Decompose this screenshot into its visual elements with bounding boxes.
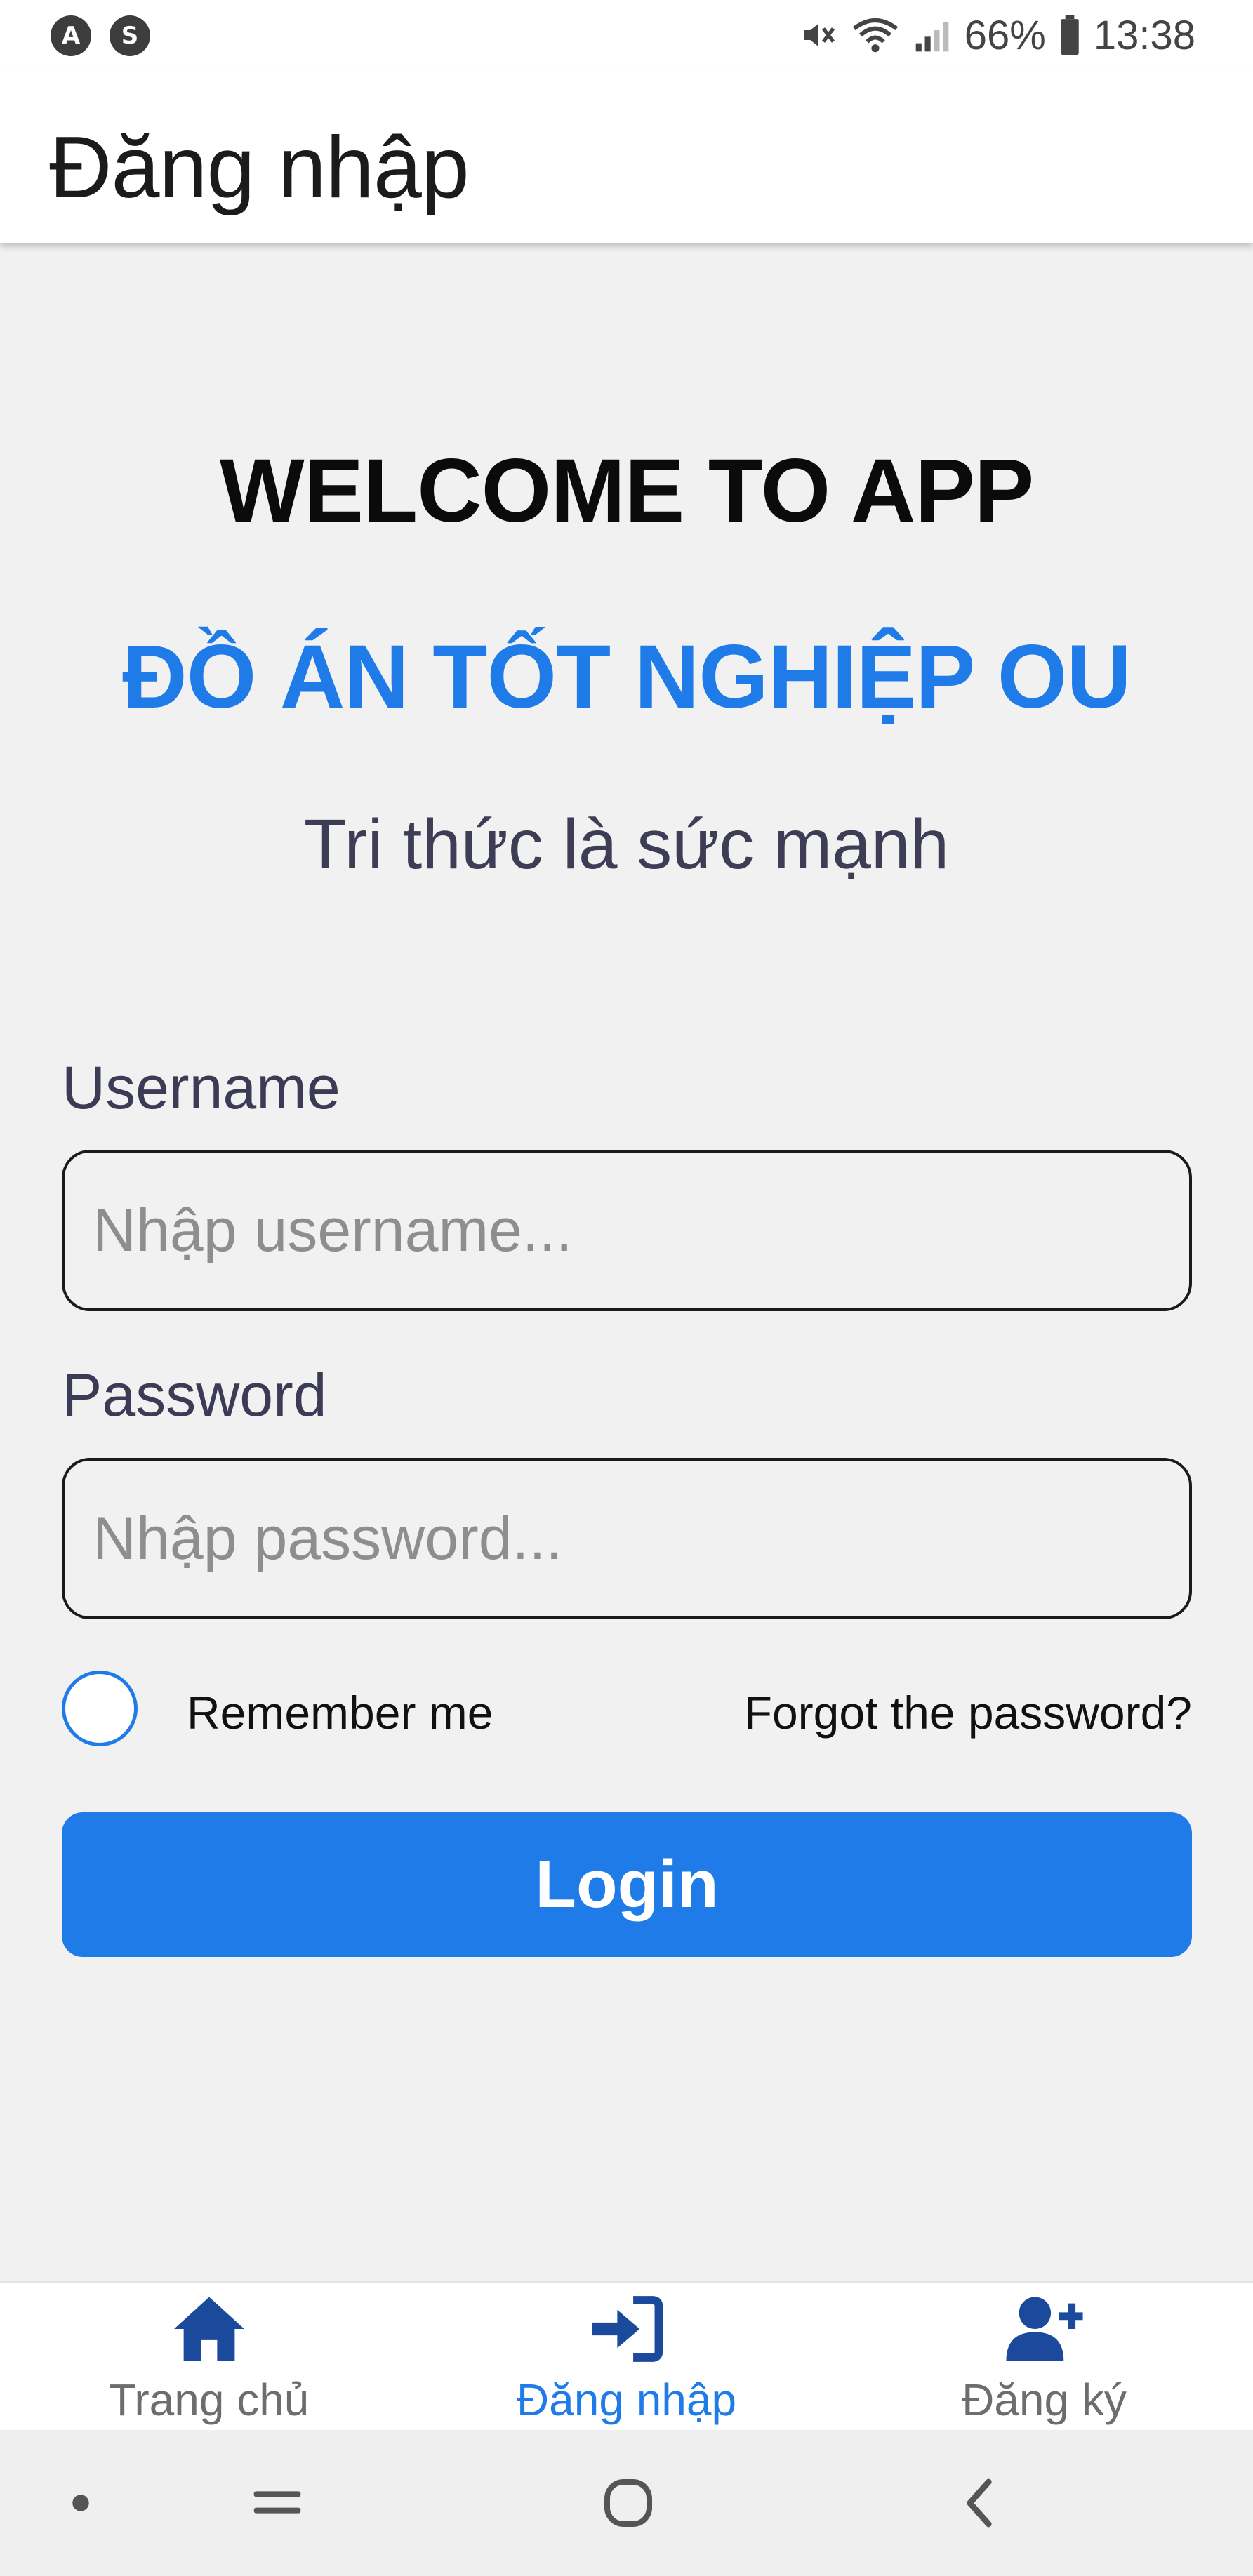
home-icon	[171, 2294, 248, 2368]
remember-row: Remember me Forgot the password?	[62, 1671, 1192, 1748]
signal-icon	[913, 15, 952, 55]
home-button-icon[interactable]	[576, 2430, 681, 2576]
project-title: ĐỒ ÁN TỐT NGHIỆP OU	[122, 627, 1132, 727]
tab-login-label: Đăng nhập	[516, 2375, 737, 2425]
status-bar: A S 66% 13:38	[0, 0, 1253, 70]
shazam-notification-icon: S	[110, 15, 150, 56]
nav-dot-icon[interactable]	[42, 2430, 119, 2576]
user-plus-icon	[1005, 2294, 1083, 2368]
username-input[interactable]	[62, 1150, 1192, 1311]
tab-home[interactable]: Trang chủ	[0, 2283, 418, 2431]
tab-login[interactable]: Đăng nhập	[418, 2283, 835, 2431]
recent-apps-icon[interactable]	[225, 2430, 330, 2576]
remember-me-label[interactable]: Remember me	[187, 1686, 493, 1739]
page-title: Đăng nhập	[49, 119, 470, 216]
login-screen: WELCOME TO APP ĐỒ ÁN TỐT NGHIỆP OU Tri t…	[0, 243, 1253, 2281]
system-nav-bar	[0, 2430, 1253, 2576]
remember-me-checkbox[interactable]	[62, 1671, 138, 1746]
back-icon[interactable]	[927, 2430, 1032, 2576]
clock: 13:38	[1093, 12, 1195, 58]
notification-icons: A S	[51, 15, 150, 56]
tab-register-label: Đăng ký	[962, 2375, 1127, 2425]
login-button[interactable]: Login	[62, 1812, 1192, 1957]
app-notification-icon: A	[51, 15, 91, 56]
mute-icon	[799, 15, 838, 55]
system-status: 66% 13:38	[799, 8, 1195, 62]
slogan: Tri thức là sức mạnh	[303, 805, 950, 884]
battery-percent: 66%	[964, 12, 1046, 58]
forgot-password-link[interactable]: Forgot the password?	[744, 1686, 1192, 1739]
password-label: Password	[62, 1362, 327, 1429]
battery-icon	[1059, 15, 1081, 55]
bottom-tab-bar: Trang chủ Đăng nhập Đăng ký	[0, 2281, 1253, 2430]
app-bar: Đăng nhập	[0, 70, 1253, 243]
wifi-icon	[851, 15, 900, 55]
welcome-heading: WELCOME TO APP	[219, 441, 1034, 541]
tab-register[interactable]: Đăng ký	[835, 2283, 1253, 2431]
tab-home-label: Trang chủ	[108, 2375, 310, 2425]
password-input[interactable]	[62, 1458, 1192, 1619]
sign-in-icon	[588, 2294, 665, 2368]
username-label: Username	[62, 1054, 340, 1122]
